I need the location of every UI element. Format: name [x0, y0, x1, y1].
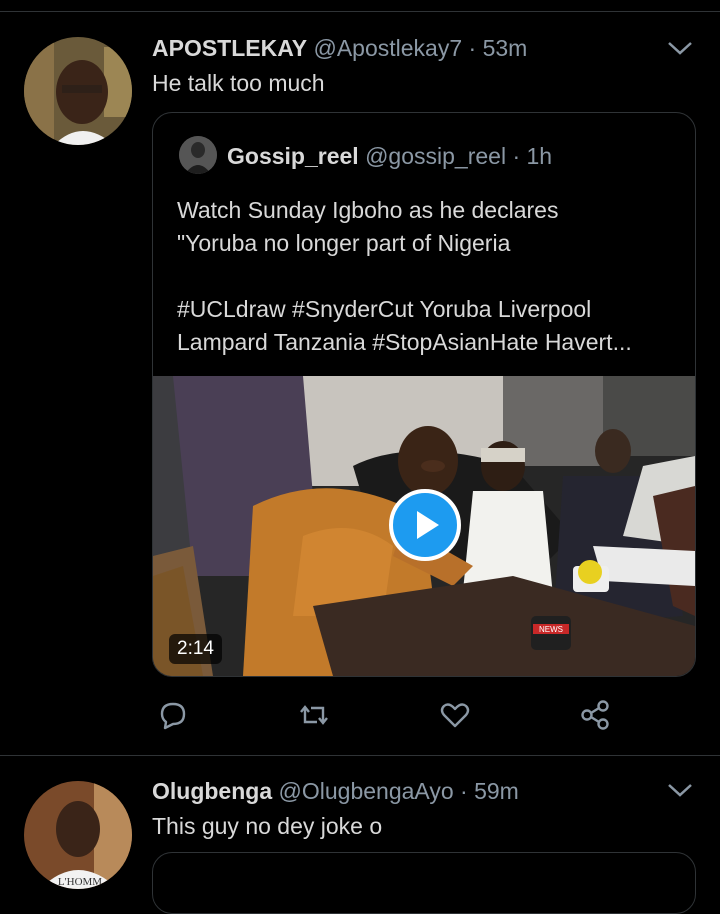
chevron-down-icon[interactable] — [666, 780, 694, 800]
quoted-text: Watch Sunday Igboho as he declares "Yoru… — [177, 197, 632, 355]
like-icon[interactable] — [438, 698, 472, 732]
quoted-timestamp: 1h — [526, 143, 553, 169]
chevron-down-icon[interactable] — [666, 38, 694, 58]
user-handle[interactable]: @Apostlekay7 — [313, 35, 462, 61]
play-icon — [417, 511, 439, 539]
quoted-tweet[interactable]: Gossip_reel @gossip_reel · 1h Watch Sund… — [152, 112, 696, 677]
tweet-header: APOSTLEKAY @Apostlekay7 · 53m — [152, 35, 527, 62]
tweet-text: This guy no dey joke o — [152, 813, 383, 839]
tweet-text: He talk too much — [152, 70, 325, 96]
quoted-avatar — [179, 136, 217, 174]
video-duration: 2:14 — [169, 634, 222, 664]
user-handle[interactable]: @OlugbengaAyo — [279, 778, 454, 804]
retweet-icon[interactable] — [297, 698, 331, 732]
video-thumbnail[interactable]: NEWS 2:14 — [153, 376, 695, 676]
display-name[interactable]: APOSTLEKAY — [152, 35, 307, 61]
separator: · — [462, 35, 483, 61]
quoted-display-name: Gossip_reel — [227, 143, 359, 169]
shirt-text: L'HOMM — [58, 876, 102, 888]
share-icon[interactable] — [578, 698, 612, 732]
display-name[interactable]: Olugbenga — [152, 778, 272, 804]
timestamp[interactable]: 53m — [483, 35, 528, 61]
quoted-tweet[interactable] — [152, 852, 696, 914]
tweet-header: Olugbenga @OlugbengaAyo · 59m — [152, 778, 519, 805]
mic-flag-label: NEWS — [539, 625, 563, 634]
separator: · — [453, 778, 475, 804]
quoted-handle: @gossip_reel — [365, 143, 507, 169]
avatar[interactable] — [24, 37, 132, 145]
tweet[interactable]: L'HOMM Olugbenga @OlugbengaAyo · 59m Thi… — [0, 756, 720, 914]
tweet[interactable]: APOSTLEKAY @Apostlekay7 · 53m He talk to… — [0, 0, 720, 755]
separator: · — [506, 143, 527, 169]
timestamp[interactable]: 59m — [474, 778, 519, 804]
avatar[interactable]: L'HOMM — [24, 781, 132, 889]
reply-icon[interactable] — [156, 698, 190, 732]
quoted-header: Gossip_reel @gossip_reel · 1h — [227, 143, 552, 170]
play-button[interactable] — [389, 489, 461, 561]
